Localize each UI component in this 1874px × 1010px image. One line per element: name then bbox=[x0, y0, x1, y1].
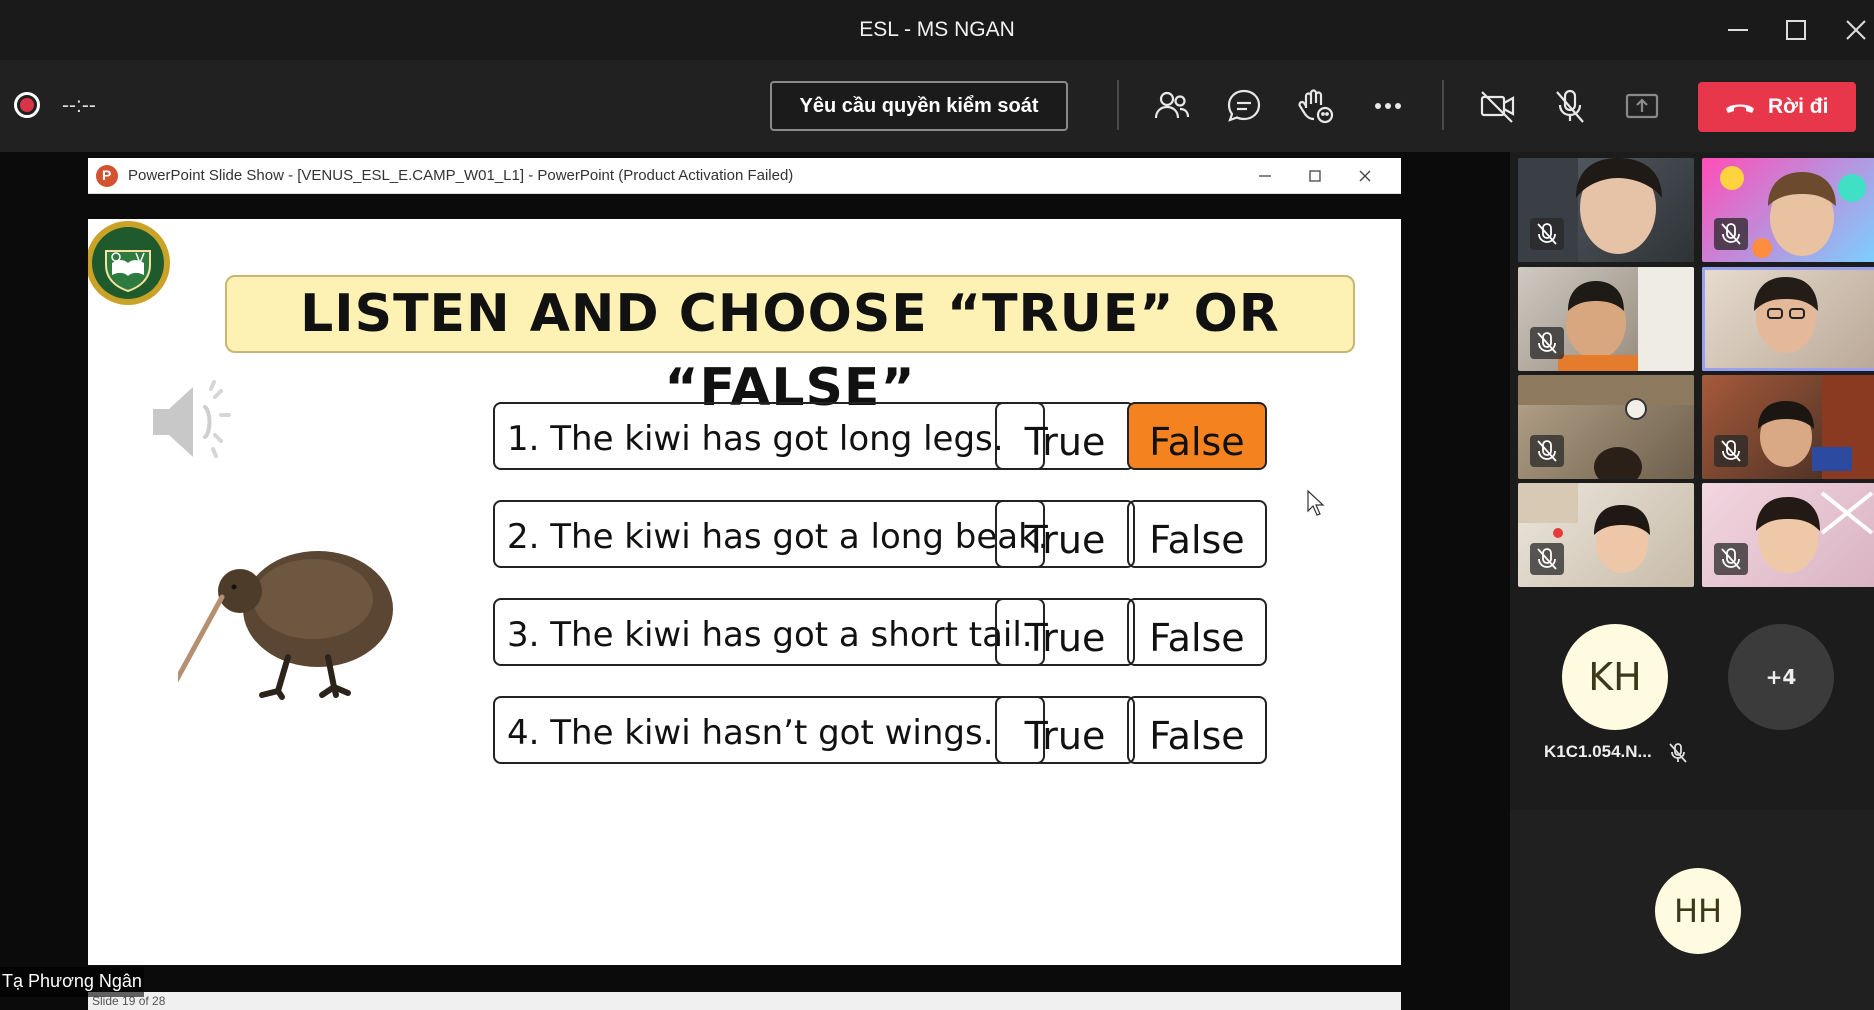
participant-video-tile[interactable] bbox=[1518, 267, 1694, 371]
mic-off-icon[interactable] bbox=[1548, 84, 1592, 128]
participant-name-kh: K1C1.054.N... bbox=[1544, 742, 1652, 761]
chat-icon[interactable] bbox=[1222, 84, 1266, 128]
reactions-icon[interactable] bbox=[1294, 84, 1338, 128]
question-3: 3. The kiwi has got a short tail. bbox=[493, 598, 1045, 666]
muted-mic-icon bbox=[1530, 218, 1564, 250]
more-participants-button[interactable]: +4 bbox=[1728, 624, 1834, 730]
pp-minimize-button[interactable] bbox=[1254, 165, 1276, 187]
answer-false-1-selected[interactable]: False bbox=[1127, 402, 1267, 470]
muted-mic-icon bbox=[1714, 543, 1748, 575]
slide-canvas: LISTEN AND CHOOSE “TRUE” OR “FALSE” 1. T… bbox=[88, 219, 1401, 965]
participants-icon[interactable] bbox=[1150, 84, 1194, 128]
leave-button[interactable]: Rời đi bbox=[1698, 82, 1856, 132]
participant-overflow-area: HH bbox=[1510, 810, 1874, 1010]
question-4: 4. The kiwi hasn’t got wings. bbox=[493, 696, 1045, 764]
close-button[interactable] bbox=[1836, 10, 1874, 50]
participant-video-tile[interactable] bbox=[1518, 158, 1694, 262]
question-2: 2. The kiwi has got a long beak. bbox=[493, 500, 1049, 568]
leave-label: Rời đi bbox=[1768, 95, 1829, 118]
muted-mic-icon bbox=[1530, 327, 1564, 359]
toolbar-divider bbox=[1442, 80, 1444, 130]
answer-true-4[interactable]: True bbox=[995, 696, 1135, 764]
answer-true-1[interactable]: True bbox=[995, 402, 1135, 470]
pp-maximize-button[interactable] bbox=[1304, 165, 1326, 187]
muted-mic-icon bbox=[1714, 218, 1748, 250]
speaker-icon[interactable] bbox=[143, 377, 243, 467]
meeting-timer: --:-- bbox=[62, 94, 96, 117]
participant-video-tile[interactable] bbox=[1702, 158, 1874, 262]
school-logo-icon bbox=[88, 221, 170, 305]
participant-video-tile[interactable] bbox=[1702, 375, 1874, 479]
muted-mic-icon bbox=[1530, 543, 1564, 575]
participant-video-tile[interactable] bbox=[1702, 483, 1874, 587]
answer-false-4[interactable]: False bbox=[1127, 696, 1267, 764]
participant-avatar-kh[interactable]: KH bbox=[1562, 624, 1668, 730]
more-options-icon[interactable] bbox=[1366, 84, 1410, 128]
muted-mic-icon bbox=[1666, 741, 1690, 765]
participant-video-tile-active-speaker[interactable] bbox=[1702, 267, 1874, 371]
powerpoint-window-title: PowerPoint Slide Show - [VENUS_ESL_E.CAM… bbox=[128, 167, 794, 184]
powerpoint-status-bar: Slide 19 of 28 bbox=[88, 992, 1401, 1010]
shared-screen: PowerPoint Slide Show - [VENUS_ESL_E.CAM… bbox=[0, 152, 1510, 1010]
participant-avatar-hh[interactable]: HH bbox=[1655, 868, 1741, 954]
answer-true-3[interactable]: True bbox=[995, 598, 1135, 666]
answer-false-2[interactable]: False bbox=[1127, 500, 1267, 568]
recording-icon bbox=[14, 92, 40, 118]
meeting-toolbar: --:-- Yêu cầu quyền kiểm soát Rời đi bbox=[0, 60, 1874, 152]
question-1: 1. The kiwi has got long legs. bbox=[493, 402, 1045, 470]
powerpoint-titlebar: PowerPoint Slide Show - [VENUS_ESL_E.CAM… bbox=[88, 158, 1401, 194]
powerpoint-icon bbox=[96, 165, 118, 187]
pp-close-button[interactable] bbox=[1354, 165, 1376, 187]
camera-off-icon[interactable] bbox=[1476, 84, 1520, 128]
muted-mic-icon bbox=[1714, 435, 1748, 467]
toolbar-divider bbox=[1117, 80, 1119, 130]
answer-false-3[interactable]: False bbox=[1127, 598, 1267, 666]
minimize-button[interactable] bbox=[1718, 10, 1758, 50]
participant-video-tile[interactable] bbox=[1518, 375, 1694, 479]
kiwi-bird-image bbox=[178, 551, 393, 700]
video-feed bbox=[1754, 277, 1818, 353]
request-control-button[interactable]: Yêu cầu quyền kiểm soát bbox=[770, 81, 1068, 131]
muted-mic-icon bbox=[1530, 435, 1564, 467]
window-title: ESL - MS NGAN bbox=[859, 18, 1015, 41]
slide-title: LISTEN AND CHOOSE “TRUE” OR “FALSE” bbox=[225, 275, 1355, 418]
presenter-name: Tạ Phương Ngân bbox=[0, 967, 144, 997]
participant-video-tile[interactable] bbox=[1518, 483, 1694, 587]
maximize-button[interactable] bbox=[1776, 10, 1816, 50]
share-screen-icon[interactable] bbox=[1620, 84, 1664, 128]
phone-hangup-icon bbox=[1726, 104, 1754, 113]
mouse-cursor-icon bbox=[1307, 489, 1325, 516]
window-titlebar: ESL - MS NGAN bbox=[0, 0, 1874, 60]
answer-true-2[interactable]: True bbox=[995, 500, 1135, 568]
